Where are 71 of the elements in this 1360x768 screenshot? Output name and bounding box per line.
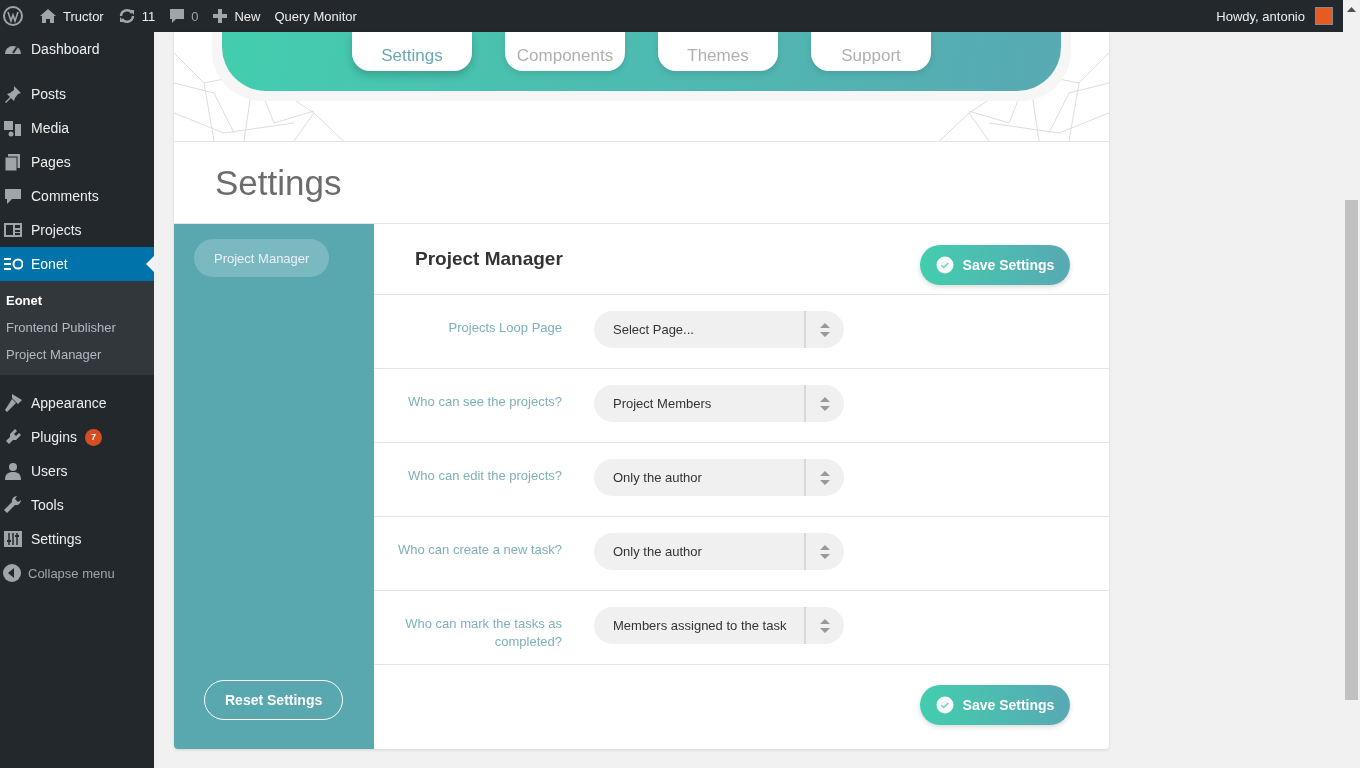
menu-item[interactable]: Plugins 7 (0, 420, 154, 454)
menu-item[interactable]: Settings (0, 522, 154, 556)
paintbrush-icon (3, 393, 23, 413)
menu-item[interactable]: Media (0, 111, 154, 145)
field-label: Who can see the projects? (407, 393, 562, 411)
menu-label: Appearance (31, 395, 107, 411)
up-down-arrows-icon (819, 617, 831, 634)
avatar-icon (1315, 7, 1333, 25)
submenu-item[interactable]: Frontend Publisher (0, 314, 154, 341)
menu-label: Media (31, 120, 70, 136)
up-down-arrows-icon (819, 321, 831, 338)
menu-label: Posts (31, 86, 66, 102)
up-down-arrows-icon (819, 395, 831, 412)
select-dropdown[interactable]: Only the author (594, 533, 844, 570)
field-label: Who can create a new task? (396, 541, 562, 559)
pages-icon (3, 152, 23, 172)
refresh-icon[interactable] (117, 8, 136, 24)
menu-label: Dashboard (31, 41, 100, 57)
up-down-arrows-icon (819, 543, 831, 560)
select-dropdown[interactable]: Project Members (594, 385, 844, 422)
scrollbar-thumb[interactable] (1345, 200, 1358, 700)
field-label: Projects Loop Page (447, 319, 562, 337)
menu-item[interactable]: Appearance (0, 386, 154, 420)
menu-label: Projects (31, 222, 82, 238)
site-name-link[interactable]: Tructor (63, 8, 104, 24)
query-monitor-link[interactable]: Query Monitor (274, 8, 357, 24)
home-icon[interactable] (39, 8, 57, 24)
user-icon (3, 461, 23, 481)
page-title: Settings (215, 162, 342, 203)
menu-label: Comments (31, 188, 99, 204)
wrench-icon (3, 495, 23, 515)
scroll-up-arrow-icon[interactable] (1347, 7, 1356, 12)
menu-label: Plugins (31, 429, 77, 445)
comments-count[interactable]: 0 (191, 8, 199, 24)
greeting-link[interactable]: Howdy, antonio (1216, 8, 1305, 24)
updates-count[interactable]: 11 (141, 8, 156, 24)
field-label: Who can mark the tasks as completed? (404, 615, 562, 651)
menu-label: Pages (31, 154, 71, 170)
menu-item[interactable]: Eonet (0, 247, 154, 281)
menu-item[interactable]: Posts (0, 77, 154, 111)
select-dropdown[interactable]: Only the author (594, 459, 844, 496)
menu-item[interactable]: Pages (0, 145, 154, 179)
submenu-item[interactable]: Project Manager (0, 341, 154, 368)
comment-bubble-icon (3, 186, 23, 206)
menu-label: Tools (31, 497, 64, 513)
field-label: Who can edit the projects? (407, 467, 562, 485)
menu-label: Eonet (31, 256, 68, 272)
media-icon (3, 118, 23, 138)
comment-bubble-icon[interactable] (169, 8, 186, 24)
select-dropdown[interactable]: Select Page... (594, 311, 844, 348)
check-circle-icon (935, 696, 954, 714)
sliders-icon (3, 529, 23, 549)
menu-label: Settings (31, 531, 82, 547)
collapse-menu-button[interactable]: Collapse menu (0, 556, 154, 590)
menu-label: Users (31, 463, 68, 479)
pushpin-icon (3, 84, 23, 104)
menu-item[interactable]: Tools (0, 488, 154, 522)
menu-item[interactable]: Users (0, 454, 154, 488)
update-count-badge: 7 (84, 428, 102, 446)
up-down-arrows-icon (819, 469, 831, 486)
new-link[interactable]: New (234, 8, 261, 24)
menu-item[interactable]: Comments (0, 179, 154, 213)
check-circle-icon (935, 256, 954, 274)
select-dropdown[interactable]: Members assigned to the task (594, 607, 844, 644)
layout-icon (3, 220, 23, 240)
wordpress-logo-icon[interactable] (3, 6, 23, 26)
menu-item[interactable]: Dashboard (0, 32, 154, 66)
plus-icon[interactable] (212, 8, 229, 24)
section-title: Project Manager (415, 248, 563, 270)
submenu-item[interactable]: Eonet (0, 287, 154, 314)
menu-item[interactable]: Projects (0, 213, 154, 247)
